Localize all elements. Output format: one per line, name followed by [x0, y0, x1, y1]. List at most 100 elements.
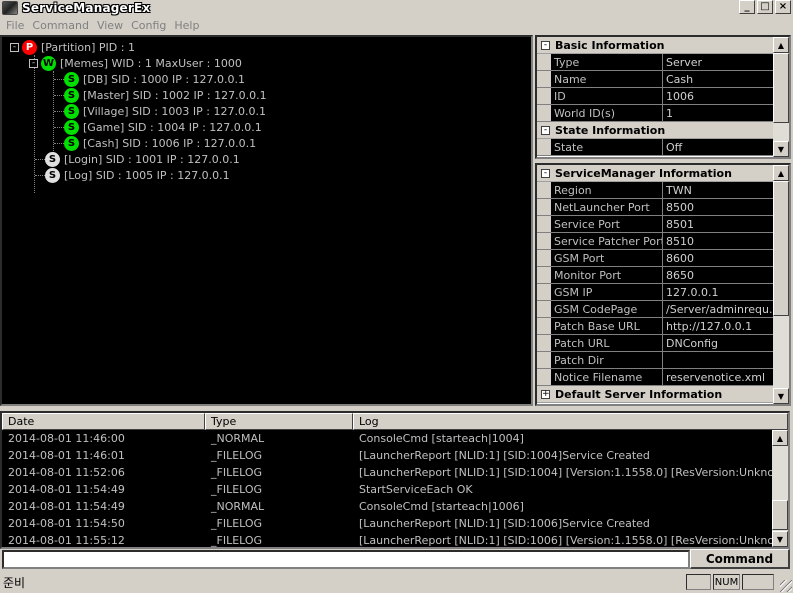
tree-node-log[interactable]: S [Log] SID : 1005 IP : 127.0.0.1	[45, 167, 230, 183]
server-icon: S	[64, 71, 79, 87]
property-value[interactable]: Server	[663, 54, 773, 70]
property-name: Patch Dir	[551, 352, 663, 368]
property-value[interactable]: Off	[663, 139, 773, 155]
log-list[interactable]: Date Type Log 2014-08-01 11:46:00 _NORMAL…	[0, 411, 790, 549]
basic-info-panel[interactable]: - Basic Information Type Server Name Cash …	[535, 35, 791, 159]
collapse-icon[interactable]: -	[29, 58, 38, 68]
log-type: _FILELOG	[211, 517, 263, 530]
property-value[interactable]: TWN	[663, 182, 773, 198]
property-value[interactable]: Cash	[663, 71, 773, 87]
log-row[interactable]: 2014-08-01 11:54:50 _FILELOG [LauncherRepo…	[2, 515, 772, 532]
scroll-up-icon[interactable]: ▲	[772, 430, 788, 446]
log-message: [LauncherReport [NLID:1] [SID:1004]Servi…	[359, 449, 650, 462]
property-value[interactable]: DNConfig	[663, 335, 773, 351]
property-value[interactable]: 127.0.0.1	[663, 284, 773, 300]
collapse-icon[interactable]: -	[10, 42, 19, 52]
property-row[interactable]: Name Cash	[537, 71, 773, 88]
property-value[interactable]: 1	[663, 105, 773, 121]
property-row[interactable]: Region TWN	[537, 182, 773, 199]
tree-node-world[interactable]: - W [Memes] WID : 1 MaxUser : 1000	[29, 55, 242, 71]
log-row[interactable]: 2014-08-01 11:46:00 _NORMAL ConsoleCmd [st…	[2, 430, 772, 447]
menu-command[interactable]: Command	[28, 19, 93, 32]
collapse-icon[interactable]: -	[541, 168, 550, 178]
collapse-icon[interactable]: -	[541, 125, 550, 135]
section-servicemanager-information[interactable]: - ServiceManager Information	[537, 165, 773, 182]
property-row[interactable]: Notice Filename reservenotice.xml	[537, 369, 773, 386]
log-row[interactable]: 2014-08-01 11:46:01 _FILELOG [LauncherRepo…	[2, 447, 772, 464]
log-row[interactable]: 2014-08-01 11:55:12 _FILELOG [LauncherRepo…	[2, 532, 772, 547]
section-basic-information[interactable]: - Basic Information	[537, 37, 773, 54]
vertical-scrollbar[interactable]: ▲ ▼	[772, 430, 788, 547]
log-row[interactable]: 2014-08-01 11:52:06 _FILELOG [LauncherRepo…	[2, 464, 772, 481]
column-header-date[interactable]: Date	[2, 413, 205, 430]
tree-node-game[interactable]: S [Game] SID : 1004 IP : 127.0.0.1	[64, 119, 262, 135]
property-value[interactable]: 8600	[663, 250, 773, 266]
tree-node-login[interactable]: S [Login] SID : 1001 IP : 127.0.0.1	[45, 151, 240, 167]
property-row[interactable]: Service Patcher Port 8510	[537, 233, 773, 250]
property-row[interactable]: GSM CodePage/Server/adminrequ...	[537, 301, 773, 318]
property-row[interactable]: NetLauncher Port 8500	[537, 199, 773, 216]
property-value[interactable]: 8500	[663, 199, 773, 215]
resize-grip-icon[interactable]	[780, 580, 792, 592]
property-row[interactable]: Monitor Port 8650	[537, 267, 773, 284]
property-row[interactable]: Patch URL DNConfig	[537, 335, 773, 352]
column-header-log[interactable]: Log	[353, 413, 788, 430]
app-icon[interactable]	[2, 1, 18, 15]
log-row[interactable]: 2014-08-01 11:54:49 _NORMAL ConsoleCmd [st…	[2, 498, 772, 515]
servicemanager-info-panel[interactable]: - ServiceManager Information Region TWN N…	[535, 163, 791, 406]
server-tree[interactable]: - P [Partition] PID : 1 - W [Memes] WID …	[0, 35, 533, 406]
collapse-icon[interactable]: -	[541, 40, 550, 50]
property-row[interactable]: ID 1006	[537, 88, 773, 105]
property-value[interactable]: 8650	[663, 267, 773, 283]
menu-help[interactable]: Help	[170, 19, 203, 32]
property-row[interactable]: Patch Dir	[537, 352, 773, 369]
section-default-server-information[interactable]: + Default Server Information	[537, 386, 773, 403]
status-text: 준비	[3, 575, 26, 590]
scroll-down-icon[interactable]: ▼	[773, 388, 789, 404]
expand-icon[interactable]: +	[541, 389, 550, 399]
property-value[interactable]: 8510	[663, 233, 773, 249]
scroll-down-icon[interactable]: ▼	[772, 531, 788, 547]
tree-node-db[interactable]: S [DB] SID : 1000 IP : 127.0.0.1	[64, 71, 245, 87]
row-gutter	[537, 250, 551, 266]
scroll-thumb[interactable]	[772, 500, 788, 530]
column-header-type[interactable]: Type	[205, 413, 353, 430]
property-value[interactable]: 1006	[663, 88, 773, 104]
property-value[interactable]: reservenotice.xml	[663, 369, 773, 385]
property-row[interactable]: GSM IP 127.0.0.1	[537, 284, 773, 301]
property-row[interactable]: Patch Base URL http://127.0.0.1	[537, 318, 773, 335]
tree-node-cash[interactable]: S [Cash] SID : 1006 IP : 127.0.0.1	[64, 135, 256, 151]
scroll-up-icon[interactable]: ▲	[773, 37, 789, 53]
section-state-information[interactable]: - State Information	[537, 122, 773, 139]
property-row[interactable]: Service Port 8501	[537, 216, 773, 233]
tree-node-master[interactable]: S [Master] SID : 1002 IP : 127.0.0.1	[64, 87, 267, 103]
scroll-up-icon[interactable]: ▲	[773, 165, 789, 181]
minimize-button[interactable]: _	[739, 0, 755, 14]
property-name: Notice Filename	[551, 369, 663, 385]
property-row[interactable]: State Off	[537, 139, 773, 156]
vertical-scrollbar[interactable]: ▲ ▼	[773, 165, 789, 404]
scroll-thumb[interactable]	[773, 181, 789, 316]
tree-node-partition[interactable]: - P [Partition] PID : 1	[10, 39, 135, 55]
property-row[interactable]: Type Server	[537, 54, 773, 71]
command-input[interactable]	[2, 550, 690, 569]
property-value[interactable]: /Server/adminrequ...	[663, 301, 773, 317]
property-value[interactable]: 8501	[663, 216, 773, 232]
maximize-button[interactable]: □	[757, 0, 773, 14]
command-button[interactable]: Command	[690, 549, 790, 569]
tree-node-village[interactable]: S [Village] SID : 1003 IP : 127.0.0.1	[64, 103, 266, 119]
property-value[interactable]	[663, 352, 773, 368]
menu-config[interactable]: Config	[127, 19, 170, 32]
property-row[interactable]: World ID(s) 1	[537, 105, 773, 122]
log-row[interactable]: 2014-08-01 11:54:49 _FILELOG StartServiceE…	[2, 481, 772, 498]
property-value[interactable]: http://127.0.0.1	[663, 318, 773, 334]
menu-file[interactable]: File	[2, 19, 28, 32]
property-row[interactable]: GSM Port 8600	[537, 250, 773, 267]
close-button[interactable]: ×	[775, 0, 791, 14]
scroll-thumb[interactable]	[773, 53, 789, 123]
menu-view[interactable]: View	[93, 19, 127, 32]
property-name: GSM Port	[551, 250, 663, 266]
vertical-scrollbar[interactable]: ▲ ▼	[773, 37, 789, 157]
title-bar[interactable]: ServiceManagerEx _ □ ×	[0, 0, 793, 16]
scroll-down-icon[interactable]: ▼	[773, 141, 789, 157]
